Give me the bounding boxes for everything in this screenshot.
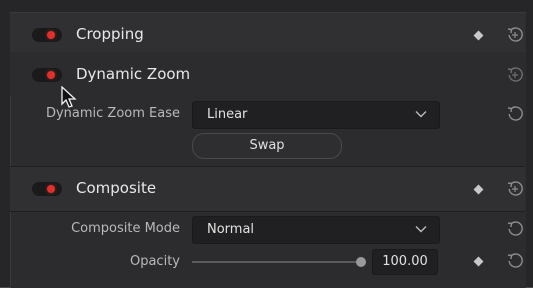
reset-icon[interactable] [506, 66, 524, 84]
reset-icon[interactable] [506, 220, 524, 238]
toggle-knob [47, 31, 55, 39]
reset-icon[interactable] [506, 180, 524, 198]
opacity-slider-thumb[interactable] [356, 257, 366, 267]
reset-icon[interactable] [506, 26, 524, 44]
dynamic-zoom-toggle[interactable] [32, 68, 62, 82]
composite-mode-label: Composite Mode [71, 221, 180, 236]
section-dynamic-zoom[interactable]: Dynamic Zoom [10, 52, 525, 96]
composite-mode-dropdown[interactable]: Normal [192, 216, 440, 244]
reset-icon[interactable] [506, 105, 524, 123]
opacity-label: Opacity [129, 254, 180, 269]
dynamic-zoom-ease-dropdown[interactable]: Linear [192, 101, 440, 129]
composite-toggle[interactable] [32, 182, 62, 196]
composite-title: Composite [76, 179, 157, 197]
reset-icon[interactable] [506, 252, 524, 270]
dynamic-zoom-title: Dynamic Zoom [76, 65, 191, 83]
dropdown-value: Normal [207, 222, 255, 237]
opacity-slider-track[interactable] [192, 261, 362, 263]
toggle-knob [47, 71, 55, 79]
keyframe-diamond-icon[interactable] [473, 30, 484, 41]
cropping-toggle[interactable] [32, 28, 62, 42]
chevron-down-icon [415, 226, 427, 233]
dropdown-value: Linear [207, 107, 248, 122]
mouse-cursor-icon [61, 86, 77, 108]
keyframe-diamond-icon[interactable] [473, 184, 484, 195]
opacity-value-field[interactable]: 100.00 [372, 249, 438, 275]
swap-button[interactable]: Swap [192, 133, 342, 159]
chevron-down-icon [415, 111, 427, 118]
toggle-knob [47, 185, 55, 193]
section-composite[interactable]: Composite [10, 166, 525, 212]
cropping-title: Cropping [76, 25, 144, 43]
